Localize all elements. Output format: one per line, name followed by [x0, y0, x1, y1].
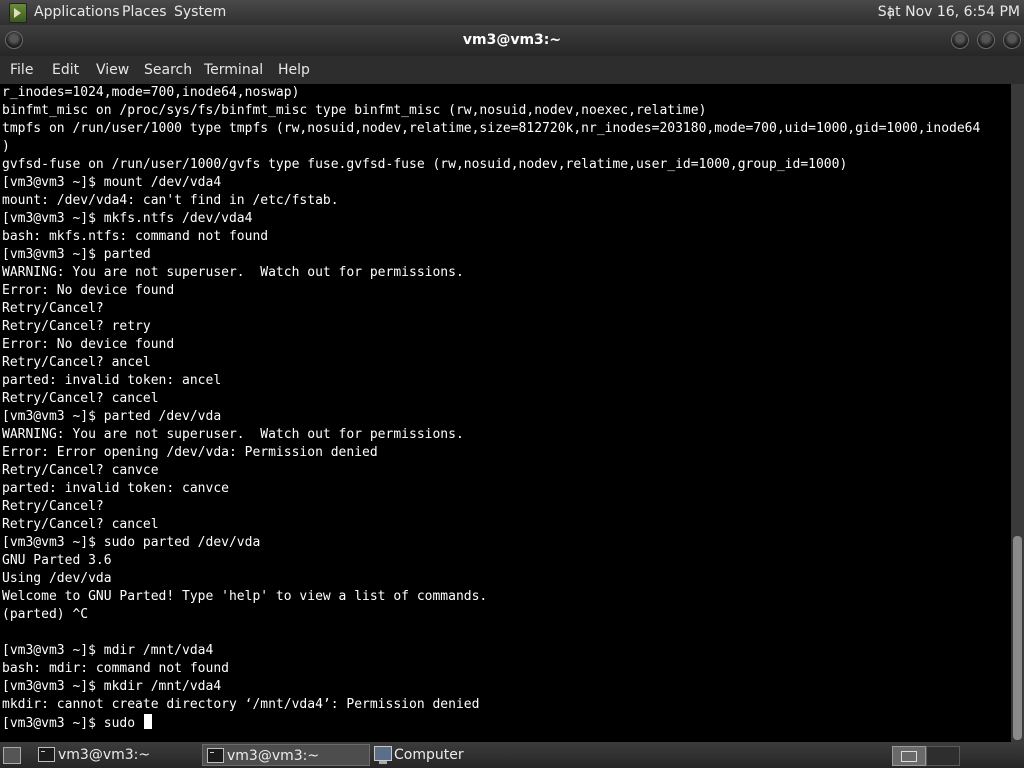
terminal-line: Retry/Cancel? — [2, 499, 104, 514]
terminal-line: [vm3@vm3 ~]$ mkdir /mnt/vda4 — [2, 679, 222, 694]
terminal-current-input[interactable]: [vm3@vm3 ~]$ sudo — [2, 716, 143, 731]
terminal-line: bash: mdir: command not found — [2, 661, 229, 676]
terminal-line: WARNING: You are not superuser. Watch ou… — [2, 427, 464, 442]
terminal-line: [vm3@vm3 ~]$ parted /dev/vda — [2, 409, 222, 424]
scrollbar-thumb[interactable] — [1013, 536, 1022, 740]
terminal-line: WARNING: You are not superuser. Watch ou… — [2, 265, 464, 280]
terminal-icon — [38, 747, 55, 762]
terminal-line: Welcome to GNU Parted! Type 'help' to vi… — [2, 589, 488, 604]
menu-terminal[interactable]: Terminal — [204, 56, 263, 84]
terminal-prompt-line[interactable]: [vm3@vm3 ~]$ sudo — [2, 714, 980, 732]
minimize-button[interactable] — [951, 31, 969, 49]
menu-file[interactable]: File — [10, 56, 33, 84]
terminal-line: r_inodes=1024,mode=700,inode64,noswap) — [2, 85, 300, 100]
menu-applications[interactable]: Applications — [34, 0, 120, 25]
menubar: File Edit View Search Terminal Help — [0, 56, 1024, 84]
terminal-line: [vm3@vm3 ~]$ sudo parted /dev/vda — [2, 535, 261, 550]
terminal-line: Using /dev/vda — [2, 571, 112, 586]
terminal-line: [vm3@vm3 ~]$ mdir /mnt/vda4 — [2, 643, 214, 658]
computer-icon — [374, 746, 392, 764]
menu-help[interactable]: Help — [278, 56, 310, 84]
menu-system[interactable]: System — [174, 0, 226, 25]
terminal-line: Error: No device found — [2, 283, 175, 298]
terminal-line: Error: Error opening /dev/vda: Permissio… — [2, 445, 378, 460]
clock[interactable]: Sat Nov 16, 6:54 PM — [878, 0, 1020, 25]
terminal-line: Retry/Cancel? cancel — [2, 517, 159, 532]
window-titlebar[interactable]: vm3@vm3:~ — [0, 25, 1024, 56]
terminal-line: Retry/Cancel? canvce — [2, 463, 159, 478]
workspace-1[interactable] — [892, 746, 926, 766]
taskbar-item-label: Computer — [394, 747, 464, 763]
top-panel: Applications Places System Sat Nov 16, 6… — [0, 0, 1024, 25]
terminal-line: Retry/Cancel? ancel — [2, 355, 151, 370]
show-desktop-icon[interactable] — [3, 747, 21, 764]
taskbar-item-terminal-2[interactable]: vm3@vm3:~ — [202, 744, 370, 766]
taskbar-item-label: vm3@vm3:~ — [227, 748, 320, 764]
terminal-icon — [207, 748, 224, 763]
terminal-line: parted: invalid token: ancel — [2, 373, 222, 388]
taskbar-item-computer[interactable]: Computer — [370, 744, 540, 766]
terminal-output[interactable]: r_inodes=1024,mode=700,inode64,noswap)bi… — [0, 84, 1011, 742]
terminal-line: mount: /dev/vda4: can't find in /etc/fst… — [2, 193, 339, 208]
terminal-scrollbar[interactable] — [1011, 84, 1024, 742]
terminal-line: [vm3@vm3 ~]$ mount /dev/vda4 — [2, 175, 222, 190]
terminal-line: Error: No device found — [2, 337, 175, 352]
terminal-line: GNU Parted 3.6 — [2, 553, 112, 568]
menu-places[interactable]: Places — [122, 0, 167, 25]
window-title: vm3@vm3:~ — [462, 32, 562, 48]
applications-icon[interactable] — [9, 3, 27, 23]
text-cursor — [143, 714, 152, 729]
menu-search[interactable]: Search — [144, 56, 192, 84]
terminal-line: gvfsd-fuse on /run/user/1000/gvfs type f… — [2, 157, 848, 172]
menu-view[interactable]: View — [96, 56, 129, 84]
taskbar-item-label: vm3@vm3:~ — [58, 747, 151, 763]
terminal-lines: r_inodes=1024,mode=700,inode64,noswap)bi… — [2, 84, 980, 732]
terminal-line: [vm3@vm3 ~]$ mkfs.ntfs /dev/vda4 — [2, 211, 253, 226]
bottom-panel: vm3@vm3:~ vm3@vm3:~ Computer — [0, 742, 1024, 768]
menu-edit[interactable]: Edit — [52, 56, 79, 84]
terminal-line: mkdir: cannot create directory ‘/mnt/vda… — [2, 697, 480, 712]
close-button[interactable] — [1003, 31, 1021, 49]
taskbar-item-terminal-1[interactable]: vm3@vm3:~ — [34, 744, 202, 766]
maximize-button[interactable] — [977, 31, 995, 49]
terminal-line: ) — [2, 139, 10, 154]
terminal-line: Retry/Cancel? cancel — [2, 391, 159, 406]
terminal-line: (parted) ^C — [2, 607, 89, 622]
workspace-2[interactable] — [926, 746, 960, 766]
terminal-line: Retry/Cancel? retry — [2, 319, 151, 334]
terminal-line: [vm3@vm3 ~]$ parted — [2, 247, 151, 262]
terminal-line: parted: invalid token: canvce — [2, 481, 229, 496]
terminal-line: Retry/Cancel? — [2, 301, 104, 316]
terminal-line: binfmt_misc on /proc/sys/fs/binfmt_misc … — [2, 103, 707, 118]
terminal-line: tmpfs on /run/user/1000 type tmpfs (rw,n… — [2, 121, 981, 136]
terminal-line: bash: mkfs.ntfs: command not found — [2, 229, 269, 244]
